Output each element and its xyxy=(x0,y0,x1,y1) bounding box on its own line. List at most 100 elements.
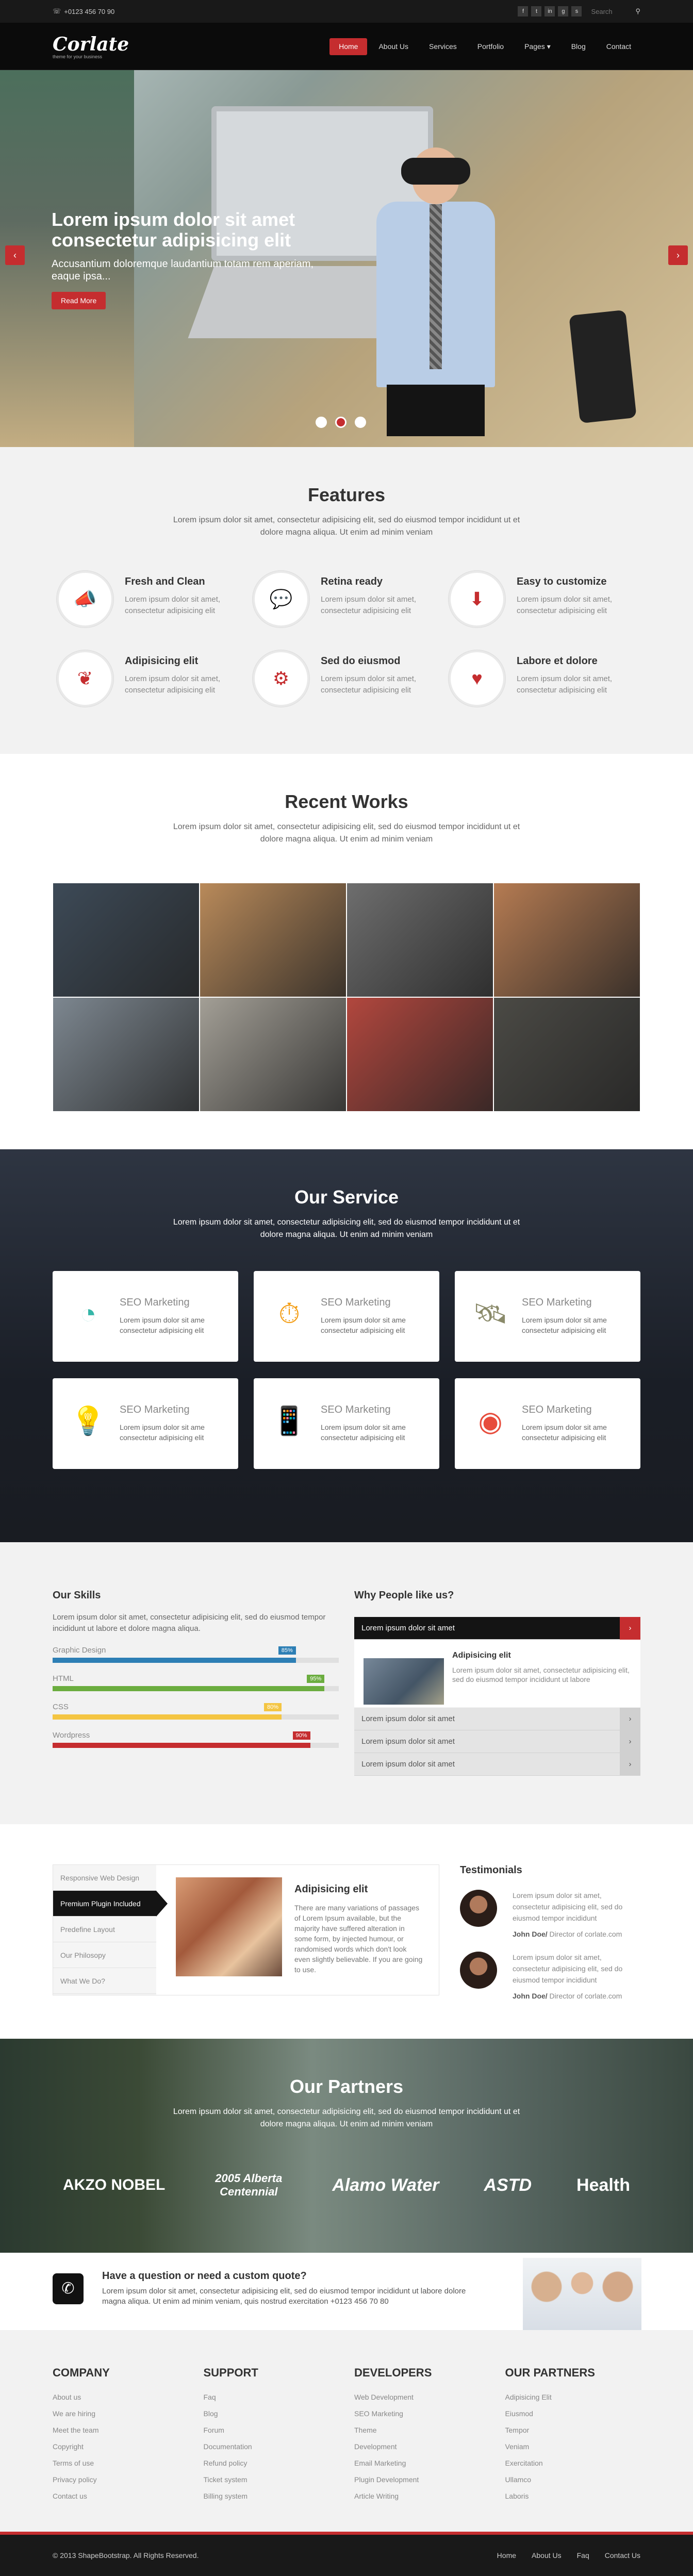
footer-link[interactable]: Adipisicing Elit xyxy=(505,2389,641,2405)
tab-item[interactable]: Premium Plugin Included xyxy=(53,1891,168,1917)
footer-link[interactable]: Plugin Development xyxy=(354,2471,490,2488)
footer-link[interactable]: We are hiring xyxy=(53,2405,188,2422)
feature-text: Adipisicing elit Lorem ipsum dolor sit am… xyxy=(125,650,249,707)
phone-info: ☏ +0123 456 70 90 xyxy=(53,7,114,15)
nav-pages[interactable]: Pages ▾ xyxy=(515,38,560,55)
hero-slider: Lorem ipsum dolor sit amet consectetur a… xyxy=(0,70,693,447)
footer-link[interactable]: Copyright xyxy=(53,2438,188,2455)
footer-link[interactable]: Documentation xyxy=(204,2438,339,2455)
footer-link[interactable]: Blog xyxy=(204,2405,339,2422)
feature-text: Easy to customize Lorem ipsum dolor sit a… xyxy=(517,571,640,628)
footer-link[interactable]: Article Writing xyxy=(354,2488,490,2504)
logo[interactable]: Corlate theme for your business xyxy=(53,34,129,59)
partner-logo-astd[interactable]: ASTD xyxy=(484,2175,532,2195)
skills-text: Lorem ipsum dolor sit amet, consectetur … xyxy=(53,1613,326,1633)
slide-dot-3[interactable] xyxy=(355,417,366,428)
nav-home[interactable]: Home xyxy=(329,38,368,55)
facebook-icon[interactable]: f xyxy=(518,6,529,16)
tab-item[interactable]: Responsive Web Design xyxy=(53,1865,156,1891)
footer-link[interactable]: Veniam xyxy=(505,2438,641,2455)
footer-column-title: OUR PARTNERS xyxy=(505,2366,595,2379)
feature-item: ❦ Adipisicing elit Lorem ipsum dolor sit a… xyxy=(53,650,249,707)
nav-contact[interactable]: Contact xyxy=(597,38,640,55)
footer-link[interactable]: Faq xyxy=(204,2389,339,2405)
tablet-icon: 📱 xyxy=(272,1405,307,1436)
author-role: Director of corlate.com xyxy=(547,1992,622,2000)
service-desc: Lorem ipsum dolor sit ame consectetur ad… xyxy=(120,1316,205,1334)
accordion-item-label: Lorem ipsum dolor sit amet xyxy=(361,1714,455,1723)
tab-item[interactable]: Our Philosopy xyxy=(53,1942,156,1968)
features-grid: 📣 Fresh and Clean Lorem ipsum dolor sit am… xyxy=(53,571,640,707)
hero-man-binoculars-image xyxy=(361,147,510,436)
nav-services[interactable]: Services xyxy=(420,38,466,55)
slide-dot-2[interactable] xyxy=(335,417,346,428)
footer-link-home[interactable]: Home xyxy=(497,2551,516,2560)
dribbble-icon[interactable]: g xyxy=(558,6,569,16)
footer-link[interactable]: About us xyxy=(53,2389,188,2405)
twitter-icon[interactable]: t xyxy=(531,6,542,16)
tab-item[interactable]: Predefine Layout xyxy=(53,1917,156,1942)
footer-link-faq[interactable]: Faq xyxy=(577,2551,589,2560)
feature-desc: Lorem ipsum dolor sit amet, consectetur … xyxy=(321,595,417,615)
footer-nav: Home About Us Faq Contact Us xyxy=(497,2551,640,2560)
footer-link[interactable]: Refund policy xyxy=(204,2455,339,2471)
prev-slide-icon[interactable]: ‹ xyxy=(5,245,25,265)
footer-link[interactable]: SEO Marketing xyxy=(354,2405,490,2422)
partners-title: Our Partners xyxy=(289,2076,404,2097)
portfolio-item[interactable] xyxy=(346,883,493,997)
skype-icon[interactable]: s xyxy=(571,6,582,16)
portfolio-item[interactable] xyxy=(53,883,200,997)
footer-link[interactable]: Privacy policy xyxy=(53,2471,188,2488)
footer-link[interactable]: Theme xyxy=(354,2422,490,2438)
quote-title: Have a question or need a custom quote? xyxy=(102,2270,307,2282)
footer-link[interactable]: Eiusmod xyxy=(505,2405,641,2422)
portfolio-item[interactable] xyxy=(53,997,200,1112)
footer-link[interactable]: Meet the team xyxy=(53,2422,188,2438)
footer-link[interactable]: Ticket system xyxy=(204,2471,339,2488)
footer-link[interactable]: Email Marketing xyxy=(354,2455,490,2471)
footer-link-list: Faq Blog Forum Documentation Refund policy Ti… xyxy=(204,2389,339,2504)
partner-logo-alamo-water[interactable]: Alamo Water xyxy=(332,2175,439,2195)
service-card: 📱 SEO Marketing Lorem ipsum dolor sit ame … xyxy=(254,1378,439,1469)
portfolio-item[interactable] xyxy=(200,997,346,1112)
portfolio-item[interactable] xyxy=(493,997,640,1112)
footer-link[interactable]: Exercitation xyxy=(505,2455,641,2471)
footer-link[interactable]: Contact us xyxy=(53,2488,188,2504)
next-slide-icon[interactable]: › xyxy=(668,245,688,265)
footer-link-about[interactable]: About Us xyxy=(532,2551,562,2560)
footer-link-list: About us We are hiring Meet the team Copyri… xyxy=(53,2389,188,2504)
footer-link[interactable]: Billing system xyxy=(204,2488,339,2504)
portfolio-item[interactable] xyxy=(493,883,640,997)
footer-link-contact[interactable]: Contact Us xyxy=(605,2551,640,2560)
read-more-button[interactable]: Read More xyxy=(52,292,106,309)
partner-logo-akzo-nobel[interactable]: AKZO NOBEL xyxy=(63,2176,165,2194)
nav-about[interactable]: About Us xyxy=(369,38,418,55)
accordion-item-open[interactable]: Lorem ipsum dolor sit amet › xyxy=(354,1616,640,1640)
works-grid xyxy=(53,883,640,1112)
logo-title: Corlate xyxy=(53,34,129,55)
accordion-item[interactable]: Lorem ipsum dolor sit amet › xyxy=(354,1730,640,1753)
portfolio-item[interactable] xyxy=(346,997,493,1112)
partner-logo-alberta[interactable]: 2005 Alberta Centennial xyxy=(210,2172,287,2199)
footer-link[interactable]: Terms of use xyxy=(53,2455,188,2471)
footer-link[interactable]: Ullamco xyxy=(505,2471,641,2488)
partner-logo-health[interactable]: Health xyxy=(576,2175,630,2195)
portfolio-item[interactable] xyxy=(200,883,346,997)
accordion-item[interactable]: Lorem ipsum dolor sit amet › xyxy=(354,1753,640,1776)
footer-link[interactable]: Tempor xyxy=(505,2422,641,2438)
search-icon[interactable]: ⚲ xyxy=(635,7,640,15)
footer-link[interactable]: Web Development xyxy=(354,2389,490,2405)
slide-dot-1[interactable] xyxy=(316,417,327,428)
footer-link[interactable]: Laboris xyxy=(505,2488,641,2504)
feature-desc: Lorem ipsum dolor sit amet, consectetur … xyxy=(125,595,221,615)
tab-item[interactable]: What We Do? xyxy=(53,1968,156,1994)
nav-blog[interactable]: Blog xyxy=(562,38,595,55)
footer-link[interactable]: Development xyxy=(354,2438,490,2455)
accordion-item[interactable]: Lorem ipsum dolor sit amet › xyxy=(354,1707,640,1730)
footer-link[interactable]: Forum xyxy=(204,2422,339,2438)
linkedin-icon[interactable]: in xyxy=(544,6,555,16)
search-input[interactable] xyxy=(591,6,633,17)
phone-number: +0123 456 70 90 xyxy=(64,7,115,15)
nav-portfolio[interactable]: Portfolio xyxy=(468,38,513,55)
accordion: Lorem ipsum dolor sit amet › Adipisicing… xyxy=(354,1616,640,1776)
